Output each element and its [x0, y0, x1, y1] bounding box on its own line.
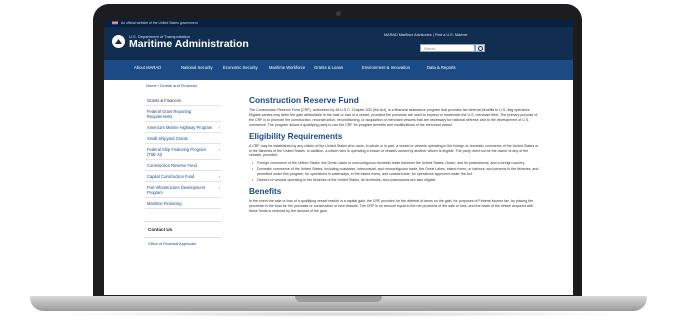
sidebar-item-label: Small Shipyard Grants: [147, 135, 188, 141]
main-content: Construction Reserve Fund The Constructi…: [249, 95, 539, 214]
contact-link[interactable]: Office of Financial Approvals: [145, 238, 221, 250]
chevron-right-icon: ›: [218, 147, 221, 152]
nav-grants-loans[interactable]: Grants & Loans: [314, 60, 362, 80]
sidebar-item-label: Capital Construction Fund: [147, 173, 195, 179]
chevron-right-icon: ›: [218, 125, 221, 130]
benefits-heading: Benefits: [249, 186, 282, 196]
search-icon[interactable]: [475, 44, 485, 52]
laptop-hinge-notch: [295, 296, 382, 302]
eligibility-paragraph: A CRF may be established by any citizen …: [249, 143, 539, 158]
gov-banner-text: An official website of the United States…: [121, 21, 198, 25]
laptop-shadow: [50, 311, 627, 317]
us-flag-icon: [112, 21, 118, 25]
contact-title: Contact Us: [145, 222, 221, 238]
intro-paragraph: The Construction Reserve Fund (CRF), aut…: [249, 108, 538, 127]
nav-economic-security[interactable]: Economic Security: [223, 60, 269, 80]
sidebar-item-label: Port Infrastructure Development Program: [147, 184, 206, 195]
sidebar-item-maritime-financing[interactable]: Maritime Financing: [145, 198, 221, 209]
eligibility-heading: Eligibility Requirements: [249, 131, 343, 141]
header-top-links[interactable]: MARAD Maritime Advisories | Find a U.S. …: [384, 33, 468, 37]
sidebar-item-label: Grants & Finances: [147, 97, 181, 103]
nav-environment-innovation[interactable]: Environment & Innovation: [362, 60, 427, 80]
nav-data-reports[interactable]: Data & Reports: [427, 60, 474, 80]
list-item: Domestic commerce of the United States, …: [251, 167, 539, 177]
gov-banner: An official website of the United States…: [104, 19, 573, 27]
camera-icon: [336, 11, 341, 16]
site-title[interactable]: Maritime Administration: [129, 38, 249, 50]
search-placeholder: Search: [424, 46, 436, 51]
sidebar-item-title-xi[interactable]: Federal Ship Financing Program (Title XI…: [145, 144, 221, 160]
sidebar-item-marine-highway[interactable]: America's Marine Highway Program ›: [145, 122, 221, 133]
laptop-mockup: An official website of the United States…: [0, 0, 677, 325]
contact-box: Contact Us Office of Financial Approvals: [145, 221, 221, 250]
sidebar-item-label: Maritime Financing: [147, 200, 182, 206]
dot-logo-icon[interactable]: [112, 35, 125, 48]
sidebar-item-capital-construction[interactable]: Capital Construction Fund ›: [145, 171, 221, 182]
sidebar-item-port-infrastructure[interactable]: Port Infrastructure Development Program ›: [145, 182, 221, 198]
nav-maritime-workforce[interactable]: Maritime Workforce: [269, 60, 314, 80]
nav-about-marad[interactable]: About MARAD: [134, 60, 181, 80]
sidebar-item-label: Federal Grant Reporting Requirements: [147, 108, 192, 119]
page-title: Construction Reserve Fund: [249, 95, 359, 105]
nav-national-security[interactable]: National Security: [181, 60, 223, 80]
sidebar-item-label: America's Marine Highway Program: [147, 124, 213, 130]
eligibility-list: Foreign commerce of the United States, t…: [249, 161, 539, 183]
main-nav: About MARAD National Security Economic S…: [104, 60, 573, 80]
chevron-right-icon: ›: [218, 174, 221, 179]
sidebar-item-grant-reporting[interactable]: Federal Grant Reporting Requirements: [145, 106, 221, 122]
search-input[interactable]: Search: [420, 44, 475, 52]
list-item: Foreign commerce of the United States, t…: [251, 161, 539, 166]
sidebar-item-small-shipyard[interactable]: Small Shipyard Grants: [145, 133, 221, 144]
sidebar-item-label: Construction Reserve Fund: [147, 162, 197, 168]
list-item: Owners of vessels operating in the fishe…: [251, 178, 539, 183]
sidebar-item-grants-finances[interactable]: Grants & Finances: [145, 95, 221, 106]
sidebar-item-label: Federal Ship Financing Program (Title XI…: [147, 146, 206, 157]
browser-screen: An official website of the United States…: [104, 19, 573, 295]
chevron-right-icon: ›: [218, 185, 221, 190]
sidebar-menu: Grants & Finances Federal Grant Reportin…: [145, 95, 221, 250]
sidebar-item-construction-reserve[interactable]: Construction Reserve Fund: [145, 160, 221, 171]
site-header: U.S. Department of Transportation Mariti…: [104, 27, 573, 60]
breadcrumb[interactable]: Home / Grants and Finances: [146, 83, 197, 88]
benefits-paragraph: In the event the sale or loss of a quali…: [249, 198, 534, 213]
